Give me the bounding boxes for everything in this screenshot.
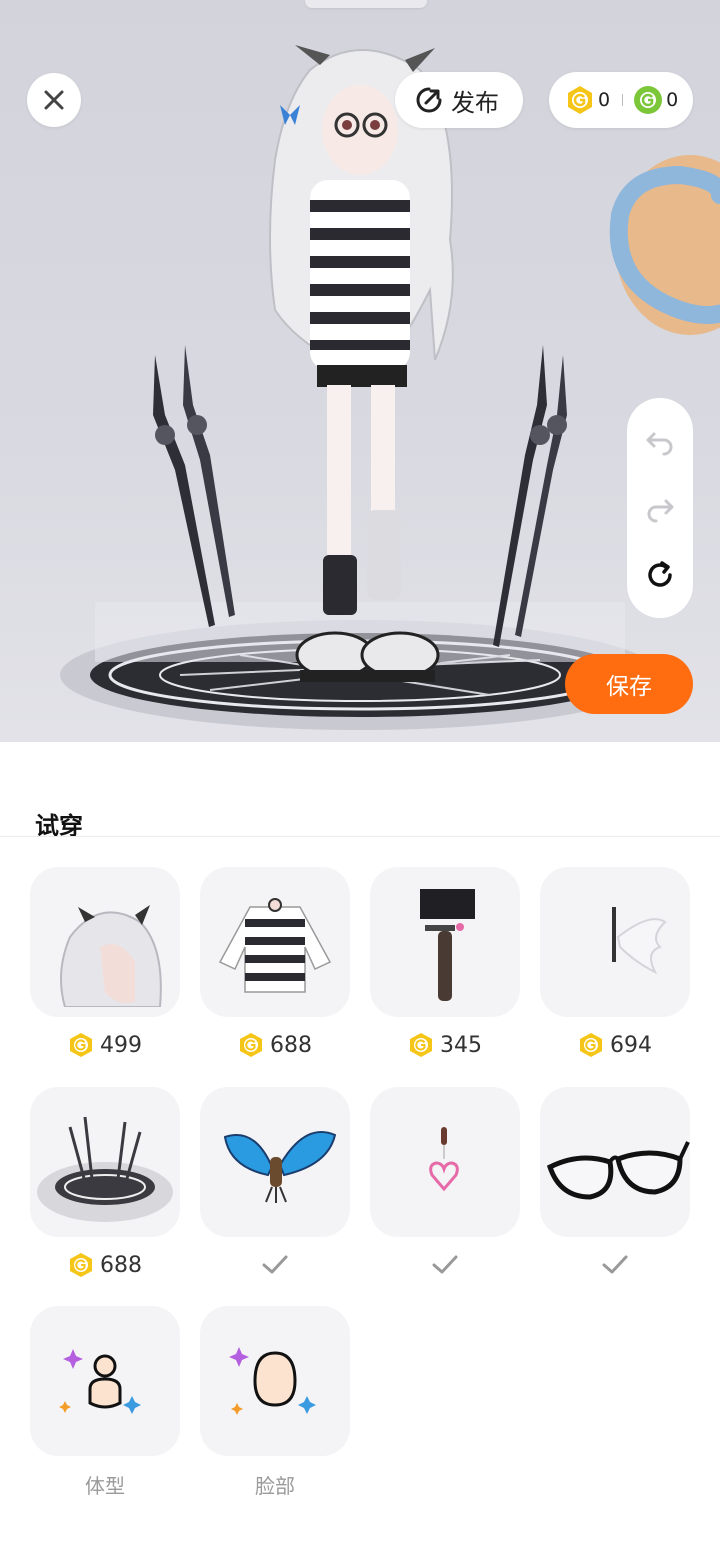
- body-type-icon: [59, 1349, 141, 1414]
- gold-coin-icon: [410, 1033, 432, 1057]
- item-thumbnail[interactable]: [540, 867, 690, 1017]
- edit-toolbar: [627, 398, 693, 618]
- try-on-item-hair[interactable]: 499: [30, 867, 180, 1061]
- save-button[interactable]: 保存: [565, 654, 693, 714]
- category-face[interactable]: 脸部: [200, 1306, 350, 1500]
- item-thumbnail[interactable]: [200, 867, 350, 1017]
- price-value: 688: [270, 1032, 312, 1058]
- decor-ring-icon: [609, 155, 720, 335]
- currency-balance[interactable]: 0 0: [549, 72, 693, 128]
- item-price: 499: [68, 1029, 142, 1061]
- face-icon: [229, 1347, 316, 1415]
- wings-icon: [612, 907, 667, 975]
- gold-coin-icon: [568, 86, 592, 114]
- try-on-item-sweater[interactable]: 688: [200, 867, 350, 1061]
- gold-balance: 0: [598, 89, 611, 111]
- drag-handle[interactable]: [305, 0, 427, 8]
- close-icon: [44, 90, 64, 110]
- butterfly-icon: [223, 1130, 337, 1203]
- gold-coin-icon: [240, 1033, 262, 1057]
- gold-coin-icon: [580, 1033, 602, 1057]
- price-value: 345: [440, 1032, 482, 1058]
- swords-right: [493, 345, 567, 647]
- gold-coin-icon: [70, 1033, 92, 1057]
- green-coin-icon: [634, 86, 663, 114]
- category-label: 脸部: [255, 1473, 295, 1498]
- price-value: 694: [610, 1032, 652, 1058]
- price-value: 499: [100, 1032, 142, 1058]
- item-thumbnail[interactable]: [540, 1087, 690, 1237]
- hair-icon: [60, 905, 162, 1007]
- category-thumbnail[interactable]: [200, 1306, 350, 1456]
- try-on-item-wings[interactable]: 694: [540, 867, 690, 1061]
- item-price: 345: [408, 1029, 482, 1061]
- try-on-item-butterfly[interactable]: [200, 1087, 350, 1281]
- price-value: 688: [100, 1252, 142, 1278]
- publish-label: 发布: [451, 88, 499, 117]
- category-thumbnail[interactable]: [30, 1306, 180, 1456]
- category-label: 体型: [85, 1473, 125, 1498]
- publish-button[interactable]: 发布: [395, 72, 523, 128]
- currency-divider: [622, 94, 624, 106]
- redo-icon[interactable]: [644, 492, 676, 524]
- avatar-stage[interactable]: 发布 0 0 保存: [0, 0, 720, 742]
- heart-earring-icon: [429, 1127, 459, 1192]
- publish-icon: [416, 87, 442, 113]
- try-on-item-shorts[interactable]: 345: [370, 867, 520, 1061]
- item-price: 688: [238, 1029, 312, 1061]
- item-thumbnail[interactable]: [30, 1087, 180, 1237]
- check-icon: [602, 1255, 628, 1274]
- owned-check: [261, 1249, 289, 1281]
- reset-icon[interactable]: [644, 559, 676, 591]
- undo-icon[interactable]: [644, 425, 676, 457]
- owned-check: [601, 1249, 629, 1281]
- sweater-icon: [218, 898, 332, 993]
- shorts-icon: [420, 889, 475, 1001]
- item-price: 694: [578, 1029, 652, 1061]
- check-icon: [432, 1255, 458, 1274]
- try-on-item-sword-circle[interactable]: 688: [30, 1087, 180, 1281]
- gold-coin-icon: [70, 1253, 92, 1277]
- item-price: 688: [68, 1249, 142, 1281]
- green-balance: 0: [666, 89, 679, 111]
- category-body-type[interactable]: 体型: [30, 1306, 180, 1500]
- try-on-item-glasses[interactable]: [540, 1087, 690, 1281]
- close-button[interactable]: [27, 73, 81, 127]
- owned-check: [431, 1249, 459, 1281]
- sword-circle-icon: [37, 1116, 173, 1222]
- item-thumbnail[interactable]: [30, 867, 180, 1017]
- try-on-item-earring[interactable]: [370, 1087, 520, 1281]
- item-thumbnail[interactable]: [200, 1087, 350, 1237]
- item-thumbnail[interactable]: [370, 1087, 520, 1237]
- glasses-icon: [546, 1141, 690, 1200]
- avatar-figure[interactable]: [235, 40, 485, 700]
- check-icon: [262, 1255, 288, 1274]
- divider: [0, 836, 720, 837]
- item-thumbnail[interactable]: [370, 867, 520, 1017]
